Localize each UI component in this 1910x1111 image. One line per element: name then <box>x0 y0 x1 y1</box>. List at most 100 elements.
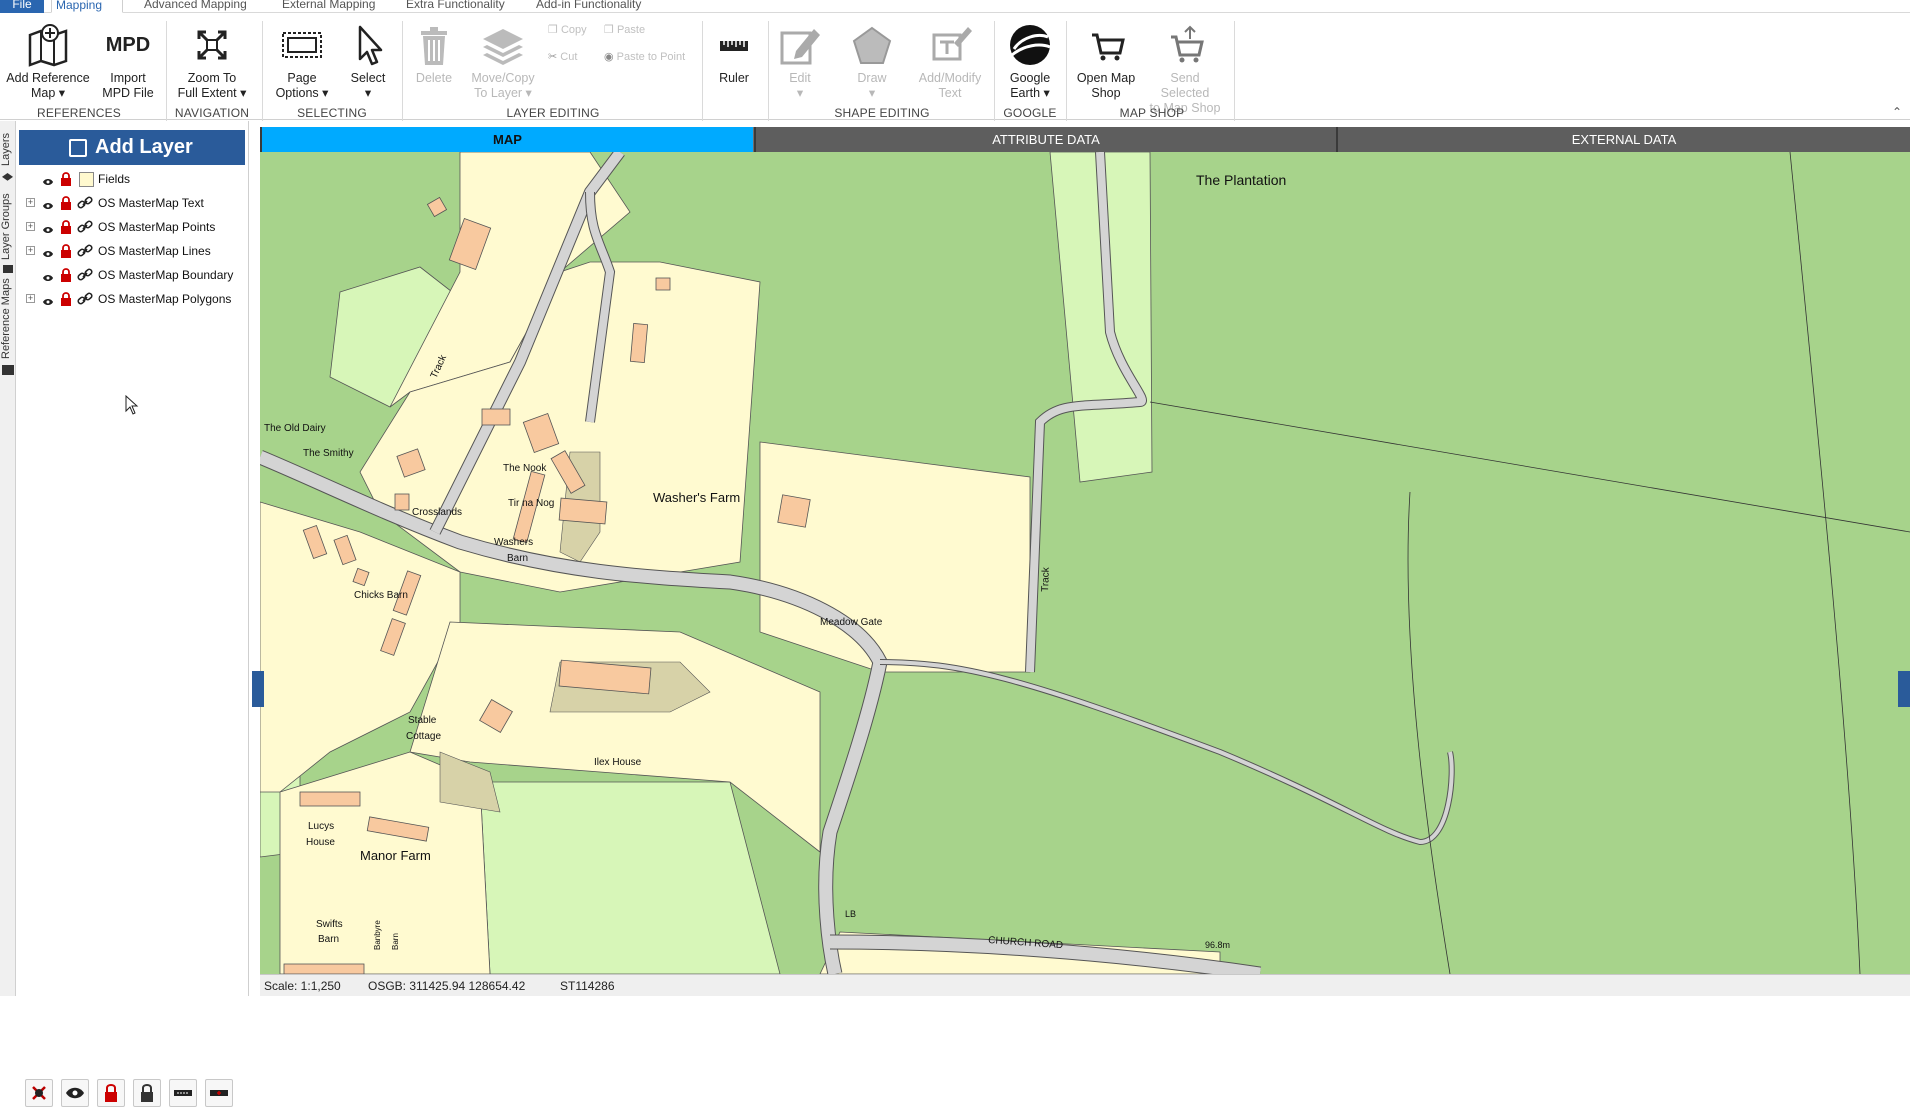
os-mastermap-view[interactable]: The Plantation The Old Dairy The Smithy … <box>260 152 1910 974</box>
eye-icon[interactable] <box>42 245 54 265</box>
open-map-shop-button[interactable]: Open Map Shop <box>1072 23 1140 101</box>
map-label-crosslands: Crosslands <box>412 507 462 518</box>
layer-row[interactable]: Fields <box>17 169 247 189</box>
expand-all-button[interactable] <box>205 1079 233 1107</box>
unlock-icon <box>141 1084 153 1102</box>
cut-button[interactable]: ✂ Cut <box>548 50 577 63</box>
edit-shape-button[interactable]: Edit ▾ <box>774 23 826 101</box>
collapse-ribbon-icon[interactable]: ⌃ <box>1892 105 1902 119</box>
add-modify-text-label-2: Text <box>938 86 962 100</box>
select-button[interactable]: Select ▾ <box>342 23 394 101</box>
group-separator <box>1066 21 1067 121</box>
cart-upload-icon <box>1171 25 1204 63</box>
import-mpd-button[interactable]: MPD Import MPD File <box>100 23 156 101</box>
group-label-layer-editing: LAYER EDITING <box>506 106 600 120</box>
map-canvas[interactable]: The Plantation The Old Dairy The Smithy … <box>260 152 1910 974</box>
group-label-map-shop: MAP SHOP <box>1119 106 1185 120</box>
expand-toggle-icon[interactable]: + <box>26 246 35 255</box>
open-map-shop-label: Open Map <box>1076 71 1136 85</box>
tab-map[interactable]: MAP <box>260 127 753 152</box>
side-tab-reference-maps[interactable]: Reference Maps <box>0 277 16 361</box>
unlock-layer-button[interactable] <box>133 1079 161 1107</box>
lock-icon[interactable] <box>60 292 72 312</box>
expand-toggle-icon[interactable]: + <box>26 222 35 231</box>
draw-label: Draw <box>857 71 887 85</box>
ruler-button[interactable]: Ruler <box>710 23 758 86</box>
layer-name: OS MasterMap Boundary <box>98 268 234 282</box>
scale-readout: Scale: 1:1,250 <box>264 979 341 993</box>
expand-toggle-icon[interactable]: + <box>26 198 35 207</box>
map-label-plantation: The Plantation <box>1196 172 1286 188</box>
paddock-area <box>479 781 781 974</box>
polygon-draw-icon <box>852 26 892 64</box>
side-tab-strip: Layers Layer Groups Reference Maps <box>0 121 16 996</box>
layer-row[interactable]: + OS MasterMap Points <box>17 217 247 237</box>
add-reference-map-button[interactable]: Add Reference Map ▾ <box>6 23 90 101</box>
layer-row[interactable]: + OS MasterMap Text <box>17 193 247 213</box>
tab-advanced-mapping[interactable]: Advanced Mapping <box>140 0 251 13</box>
move-copy-layer-button[interactable]: Move/Copy To Layer ▾ <box>468 23 538 101</box>
layer-row[interactable]: + OS MasterMap Polygons <box>17 289 247 309</box>
group-label-selecting: SELECTING <box>297 106 367 120</box>
collapse-all-button[interactable] <box>169 1079 197 1107</box>
lock-icon[interactable] <box>60 220 72 240</box>
building <box>629 323 649 363</box>
lock-icon[interactable] <box>60 268 72 288</box>
eye-icon[interactable] <box>42 293 54 313</box>
link-icon <box>77 244 93 264</box>
tab-external-data[interactable]: EXTERNAL DATA <box>1336 127 1910 152</box>
lock-icon[interactable] <box>60 244 72 264</box>
tab-attribute-data[interactable]: ATTRIBUTE DATA <box>754 127 1336 152</box>
layer-row[interactable]: OS MasterMap Boundary <box>17 265 247 285</box>
side-tab-layer-groups[interactable]: Layer Groups <box>0 191 16 263</box>
send-to-map-shop-button[interactable]: Send Selected to Map Shop <box>1146 23 1224 116</box>
group-label-references: REFERENCES <box>36 106 121 120</box>
map-label-stable-cottage: Stable <box>408 715 437 726</box>
link-icon <box>77 220 93 240</box>
delete-button[interactable]: Delete <box>408 23 460 86</box>
eye-icon[interactable] <box>42 221 54 241</box>
right-panel-grip[interactable] <box>1898 671 1910 707</box>
layer-row[interactable]: + OS MasterMap Lines <box>17 241 247 261</box>
layer-name: Fields <box>98 172 131 186</box>
paste-icon: ❐ <box>604 24 614 36</box>
map-label-old-dairy: The Old Dairy <box>264 423 326 434</box>
lock-layer-button[interactable] <box>97 1079 125 1107</box>
map-tab-bar: MAP ATTRIBUTE DATA EXTERNAL DATA <box>260 127 1910 152</box>
tab-extra-functionality[interactable]: Extra Functionality <box>402 0 509 13</box>
eye-icon[interactable] <box>42 173 54 193</box>
tab-mapping[interactable]: Mapping <box>51 0 123 13</box>
lock-icon[interactable] <box>60 196 72 216</box>
add-modify-text-button[interactable]: Add/Modify Text <box>912 23 988 101</box>
map-label-spot-height: 96.8m <box>1205 940 1230 950</box>
page-options-icon <box>282 32 322 58</box>
target-point-icon: ◉ <box>604 51 614 63</box>
page-options-button[interactable]: Page Options ▾ <box>270 23 334 101</box>
tab-file[interactable]: File <box>0 0 44 13</box>
eye-icon[interactable] <box>42 269 54 289</box>
paste-to-point-button[interactable]: ◉ Paste to Point <box>604 50 685 63</box>
lock-icon[interactable] <box>60 172 72 192</box>
select-label: Select <box>350 71 386 85</box>
eye-icon[interactable] <box>42 197 54 217</box>
tab-external-mapping[interactable]: External Mapping <box>278 0 379 13</box>
paste-button[interactable]: ❐ Paste <box>604 23 645 36</box>
expand-bar-icon <box>210 1090 228 1096</box>
zoom-full-extent-button[interactable]: Zoom To Full Extent ▾ <box>172 23 252 101</box>
toggle-visibility-button[interactable] <box>61 1079 89 1107</box>
group-separator <box>994 21 995 121</box>
collapse-bar-icon <box>174 1090 192 1096</box>
side-tab-layers[interactable]: Layers <box>0 129 16 169</box>
copy-button[interactable]: ❐ Copy <box>548 23 587 36</box>
ribbon: Add Reference Map ▾ MPD Import MPD File … <box>0 13 1910 121</box>
draw-shape-button[interactable]: Draw ▾ <box>846 23 898 101</box>
remove-layer-button[interactable] <box>25 1079 53 1107</box>
google-earth-button[interactable]: Google Earth ▾ <box>1002 23 1058 101</box>
map-label-tir-na-nog: Tir na Nog <box>508 498 554 509</box>
left-panel-grip[interactable] <box>252 671 264 707</box>
google-earth-label: Google <box>1009 71 1051 85</box>
add-layer-button[interactable]: Add Layer <box>19 130 245 165</box>
edit-label: Edit <box>789 71 811 85</box>
tab-add-in-functionality[interactable]: Add-in Functionality <box>532 0 645 13</box>
expand-toggle-icon[interactable]: + <box>26 294 35 303</box>
